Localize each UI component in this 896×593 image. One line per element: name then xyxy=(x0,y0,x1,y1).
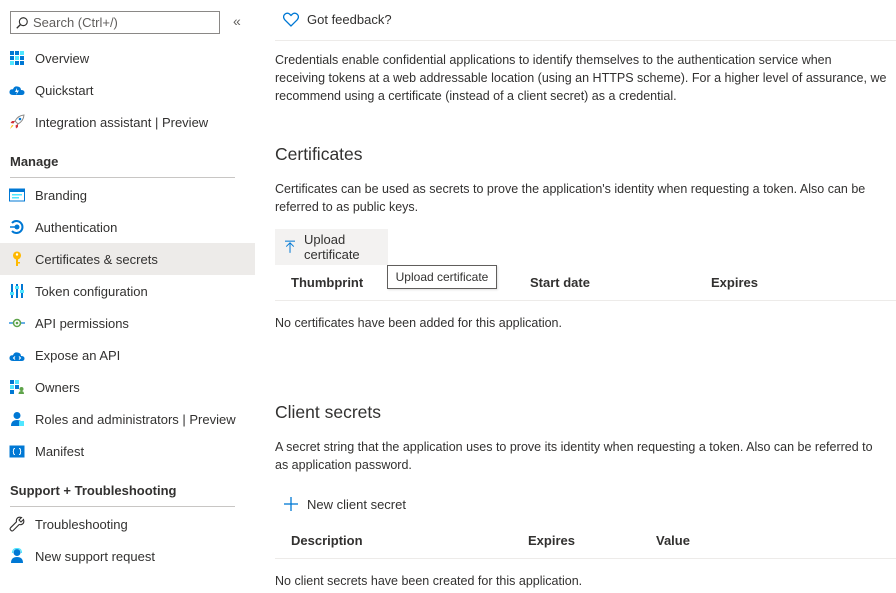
nav-label: Token configuration xyxy=(35,283,148,299)
intro-line: recommend using a certificate (instead o… xyxy=(275,89,677,103)
nav-item-quickstart[interactable]: Quickstart xyxy=(0,74,255,106)
description-line: referred to as public keys. xyxy=(275,200,419,214)
resource-menu: « Overview Quickstart Integration assist… xyxy=(0,0,255,593)
certificates-description: Certificates can be used as secrets to p… xyxy=(275,180,865,216)
branding-icon xyxy=(9,187,25,203)
search-box[interactable] xyxy=(10,11,220,34)
manifest-icon xyxy=(9,443,25,459)
nav-label: Authentication xyxy=(35,219,118,235)
description-line: A secret string that the application use… xyxy=(275,440,873,454)
cloud-api-icon xyxy=(9,347,25,363)
manage-section-heading: Manage xyxy=(10,154,59,169)
client-secrets-description: A secret string that the application use… xyxy=(275,438,873,474)
new-client-secret-button[interactable]: New client secret xyxy=(283,496,406,512)
column-header-expires[interactable]: Expires xyxy=(711,275,758,290)
description-line: Certificates can be used as secrets to p… xyxy=(275,182,866,196)
upload-arrow-icon xyxy=(285,240,296,253)
nav-item-token-configuration[interactable]: Token configuration xyxy=(0,275,255,307)
column-header-start-date[interactable]: Start date xyxy=(530,275,590,290)
upload-certificate-button[interactable]: Upload certificate xyxy=(275,229,388,265)
table-header-divider xyxy=(275,300,896,301)
column-header-description[interactable]: Description xyxy=(291,533,363,548)
search-input[interactable] xyxy=(33,15,213,30)
client-secrets-heading: Client secrets xyxy=(275,402,382,422)
nav-item-authentication[interactable]: Authentication xyxy=(0,211,255,243)
collapse-menu-button[interactable]: « xyxy=(233,13,241,29)
column-header-expires[interactable]: Expires xyxy=(528,533,575,548)
certificates-heading: Certificates xyxy=(275,144,363,164)
nav-label: Roles and administrators | Preview xyxy=(35,411,236,427)
nav-item-api-permissions[interactable]: API permissions xyxy=(0,307,255,339)
nav-label: Integration assistant | Preview xyxy=(35,114,209,130)
search-icon xyxy=(16,16,28,29)
wrench-icon xyxy=(9,516,25,532)
nav-label: Branding xyxy=(35,187,88,203)
key-icon xyxy=(9,251,25,267)
nav-item-owners[interactable]: Owners xyxy=(0,371,255,403)
nav-label: Expose an API xyxy=(35,347,121,363)
api-permissions-icon xyxy=(9,315,25,331)
nav-label: Quickstart xyxy=(35,82,94,98)
rocket-icon xyxy=(9,114,25,130)
nav-label: Certificates & secrets xyxy=(35,251,158,267)
command-bar-divider xyxy=(275,40,896,41)
support-section-heading: Support + Troubleshooting xyxy=(10,483,177,498)
cloud-lightning-icon xyxy=(9,82,25,98)
nav-label: Owners xyxy=(35,379,80,395)
description-line: as application password. xyxy=(275,458,412,472)
nav-item-new-support-request[interactable]: New support request xyxy=(0,540,255,572)
intro-line: receiving tokens at a web addressable lo… xyxy=(275,71,887,85)
column-header-value[interactable]: Value xyxy=(656,533,690,548)
upload-certificate-tooltip: Upload certificate xyxy=(387,265,497,289)
overview-grid-icon xyxy=(9,50,25,66)
intro-line: Credentials enable confidential applicat… xyxy=(275,53,832,67)
nav-item-troubleshooting[interactable]: Troubleshooting xyxy=(0,508,255,540)
support-person-icon xyxy=(9,548,25,564)
token-config-icon xyxy=(9,283,25,299)
feedback-label: Got feedback? xyxy=(307,12,392,27)
section-divider xyxy=(10,506,235,507)
nav-label: API permissions xyxy=(35,315,129,331)
nav-item-expose-an-api[interactable]: Expose an API xyxy=(0,339,255,371)
nav-item-integration-assistant[interactable]: Integration assistant | Preview xyxy=(0,106,255,138)
owners-icon xyxy=(9,379,25,395)
nav-label: Manifest xyxy=(35,443,85,459)
upload-certificate-label: Upload certificate xyxy=(304,232,360,262)
intro-text: Credentials enable confidential applicat… xyxy=(275,51,886,105)
nav-item-branding[interactable]: Branding xyxy=(0,179,255,211)
heart-icon xyxy=(283,12,299,27)
nav-item-overview[interactable]: Overview xyxy=(0,42,255,74)
nav-item-manifest[interactable]: Manifest xyxy=(0,435,255,467)
certificates-empty-message: No certificates have been added for this… xyxy=(275,316,562,330)
nav-label: New support request xyxy=(35,548,155,564)
nav-item-certificates-secrets[interactable]: Certificates & secrets xyxy=(0,243,255,275)
authentication-icon xyxy=(9,219,25,235)
client-secrets-empty-message: No client secrets have been created for … xyxy=(275,574,583,588)
nav-item-roles-administrators[interactable]: Roles and administrators | Preview xyxy=(0,403,255,435)
nav-label: Troubleshooting xyxy=(35,516,128,532)
new-client-secret-label: New client secret xyxy=(307,496,406,512)
table-header-divider xyxy=(275,558,896,559)
section-divider xyxy=(10,177,235,178)
feedback-button[interactable]: Got feedback? xyxy=(283,12,392,27)
main-content: Got feedback? Credentials enable confide… xyxy=(275,0,896,593)
column-header-thumbprint[interactable]: Thumbprint xyxy=(291,275,363,290)
person-icon xyxy=(9,411,25,427)
plus-icon xyxy=(284,497,298,511)
nav-label: Overview xyxy=(35,50,90,66)
